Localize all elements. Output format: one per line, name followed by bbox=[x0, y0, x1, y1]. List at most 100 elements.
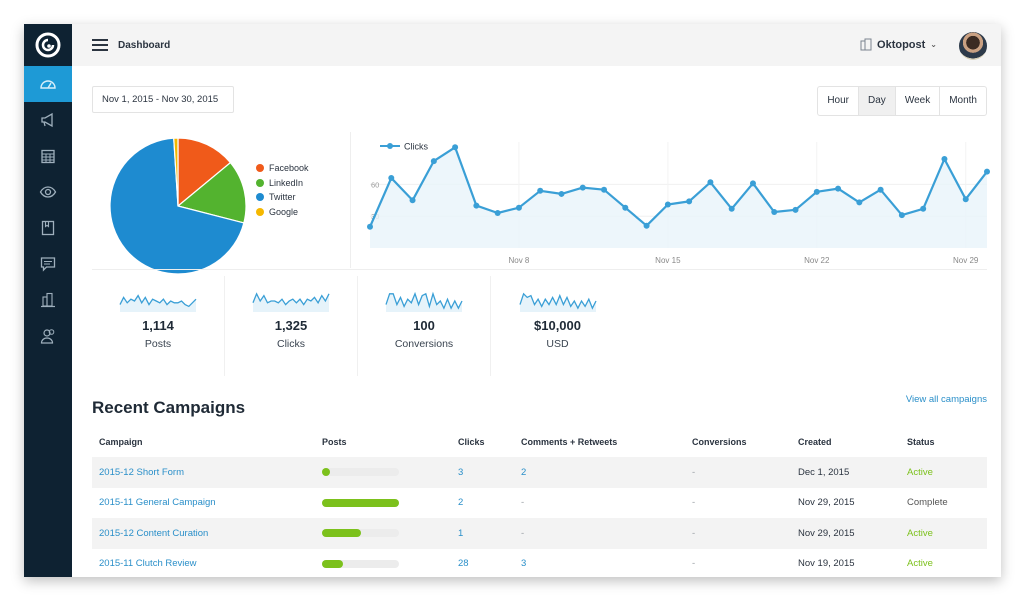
org-switcher[interactable]: Oktopost ⌄ bbox=[860, 38, 937, 51]
data-point[interactable] bbox=[430, 158, 437, 165]
clicks-value: 1 bbox=[458, 527, 464, 539]
hamburger-icon[interactable] bbox=[92, 39, 108, 51]
column-header[interactable]: Comments + Retweets bbox=[514, 427, 685, 457]
building-icon bbox=[860, 38, 872, 51]
legend-item-twitter[interactable]: Twitter bbox=[256, 190, 309, 205]
data-point[interactable] bbox=[686, 198, 693, 205]
data-point[interactable] bbox=[856, 199, 863, 206]
status-badge: Active bbox=[907, 466, 933, 478]
legend-item-facebook[interactable]: Facebook bbox=[256, 161, 309, 176]
legend-label: Google bbox=[269, 206, 299, 217]
oktopost-logo[interactable] bbox=[24, 24, 72, 66]
stat-posts: 1,114 Posts bbox=[92, 276, 225, 376]
speedometer-icon bbox=[40, 80, 56, 89]
stat-label: Conversions bbox=[394, 338, 454, 350]
buildings-chart-icon bbox=[41, 292, 55, 308]
campaign-link[interactable]: 2015-12 Content Curation bbox=[99, 528, 208, 539]
campaign-link[interactable]: 2015-11 Clutch Review bbox=[99, 558, 197, 569]
data-point[interactable] bbox=[984, 168, 990, 175]
conversions-value: - bbox=[692, 497, 696, 509]
data-point[interactable] bbox=[771, 208, 778, 215]
legend-item-linkedin[interactable]: LinkedIn bbox=[256, 176, 309, 191]
data-point[interactable] bbox=[367, 223, 373, 230]
data-point[interactable] bbox=[877, 186, 884, 193]
data-point[interactable] bbox=[962, 196, 969, 203]
campaign-link[interactable]: 2015-12 Short Form bbox=[99, 467, 184, 478]
data-point[interactable] bbox=[452, 144, 459, 151]
data-point[interactable] bbox=[409, 197, 416, 204]
sidebar-item-monitoring[interactable] bbox=[24, 174, 72, 210]
created-date: Nov 29, 2015 bbox=[798, 497, 855, 509]
data-point[interactable] bbox=[707, 179, 714, 186]
sidebar-item-calendar[interactable] bbox=[24, 138, 72, 174]
stat-value: 1,325 bbox=[274, 318, 308, 333]
legend-item-google[interactable]: Google bbox=[256, 205, 309, 220]
clicks-value: 3 bbox=[458, 466, 464, 478]
data-point[interactable] bbox=[494, 210, 501, 217]
legend-dot bbox=[256, 193, 264, 202]
sidebar-item-conversations[interactable] bbox=[24, 246, 72, 282]
stat-label: USD bbox=[546, 338, 569, 350]
data-point[interactable] bbox=[473, 202, 480, 209]
data-point[interactable] bbox=[388, 175, 395, 182]
column-header[interactable]: Posts bbox=[315, 427, 451, 457]
data-point[interactable] bbox=[558, 190, 565, 197]
data-point[interactable] bbox=[643, 222, 650, 229]
view-all-campaigns-link[interactable]: View all campaigns bbox=[906, 394, 987, 405]
granularity-hour[interactable]: Hour bbox=[818, 87, 858, 115]
posts-progress-fill bbox=[322, 559, 343, 568]
data-point[interactable] bbox=[728, 205, 735, 212]
data-point[interactable] bbox=[537, 187, 544, 194]
page-title: Dashboard bbox=[118, 39, 171, 51]
table-row: 2015-12 Content Curation 1 - - Nov 29, 2… bbox=[92, 518, 987, 549]
column-header[interactable]: Status bbox=[900, 427, 987, 457]
data-point[interactable] bbox=[920, 205, 927, 212]
line-legend: Clicks bbox=[380, 142, 428, 152]
sparkline-clicks bbox=[252, 292, 330, 312]
line-area-fill bbox=[370, 147, 987, 248]
legend-label: LinkedIn bbox=[269, 177, 304, 188]
column-header[interactable]: Clicks bbox=[451, 427, 514, 457]
comments-value: - bbox=[521, 527, 525, 539]
eye-icon bbox=[39, 186, 57, 198]
clicks-line-chart: 3060 Nov 8Nov 15Nov 22Nov 29 Clicks bbox=[362, 132, 992, 273]
sidebar-item-campaigns[interactable] bbox=[24, 102, 72, 138]
sidebar-item-reports[interactable] bbox=[24, 282, 72, 318]
posts-progress-bar bbox=[322, 498, 399, 507]
data-point[interactable] bbox=[622, 204, 629, 211]
org-name: Oktopost bbox=[877, 38, 926, 51]
column-header[interactable]: Created bbox=[791, 427, 900, 457]
stat-value: $10,000 bbox=[534, 318, 581, 333]
created-date: Dec 1, 2015 bbox=[798, 466, 850, 478]
data-point[interactable] bbox=[835, 185, 842, 192]
column-header[interactable]: Conversions bbox=[685, 427, 791, 457]
chevron-down-icon: ⌄ bbox=[930, 40, 937, 49]
granularity-month[interactable]: Month bbox=[939, 87, 986, 115]
column-header[interactable]: Campaign bbox=[92, 427, 315, 457]
data-point[interactable] bbox=[813, 188, 820, 195]
sparkline-posts bbox=[119, 294, 197, 312]
granularity-week[interactable]: Week bbox=[894, 87, 939, 115]
data-point[interactable] bbox=[579, 184, 586, 191]
data-point[interactable] bbox=[515, 204, 522, 211]
clicks-value: 28 bbox=[458, 558, 469, 570]
data-point[interactable] bbox=[749, 180, 756, 187]
avatar[interactable] bbox=[959, 32, 987, 60]
data-point[interactable] bbox=[792, 206, 799, 213]
data-point[interactable] bbox=[664, 201, 671, 208]
stat-usd: $10,000 USD bbox=[491, 276, 624, 376]
sidebar-item-users[interactable] bbox=[24, 318, 72, 354]
data-point[interactable] bbox=[898, 212, 905, 219]
data-point[interactable] bbox=[601, 186, 608, 193]
date-range-picker[interactable]: Nov 1, 2015 - Nov 30, 2015 bbox=[92, 86, 234, 113]
sidebar-item-dashboard[interactable] bbox=[24, 66, 72, 102]
sidebar-item-content[interactable] bbox=[24, 210, 72, 246]
y-tick-label: 60 bbox=[371, 180, 379, 189]
table-row: 2015-11 General Campaign 2 - - Nov 29, 2… bbox=[92, 488, 987, 519]
clicks-value: 2 bbox=[458, 497, 464, 509]
granularity-day[interactable]: Day bbox=[858, 87, 895, 115]
table-row: 2015-12 Short Form 3 2 - Dec 1, 2015 Act… bbox=[92, 457, 987, 488]
created-date: Nov 29, 2015 bbox=[798, 527, 855, 539]
campaign-link[interactable]: 2015-11 General Campaign bbox=[99, 497, 216, 508]
data-point[interactable] bbox=[941, 155, 948, 162]
